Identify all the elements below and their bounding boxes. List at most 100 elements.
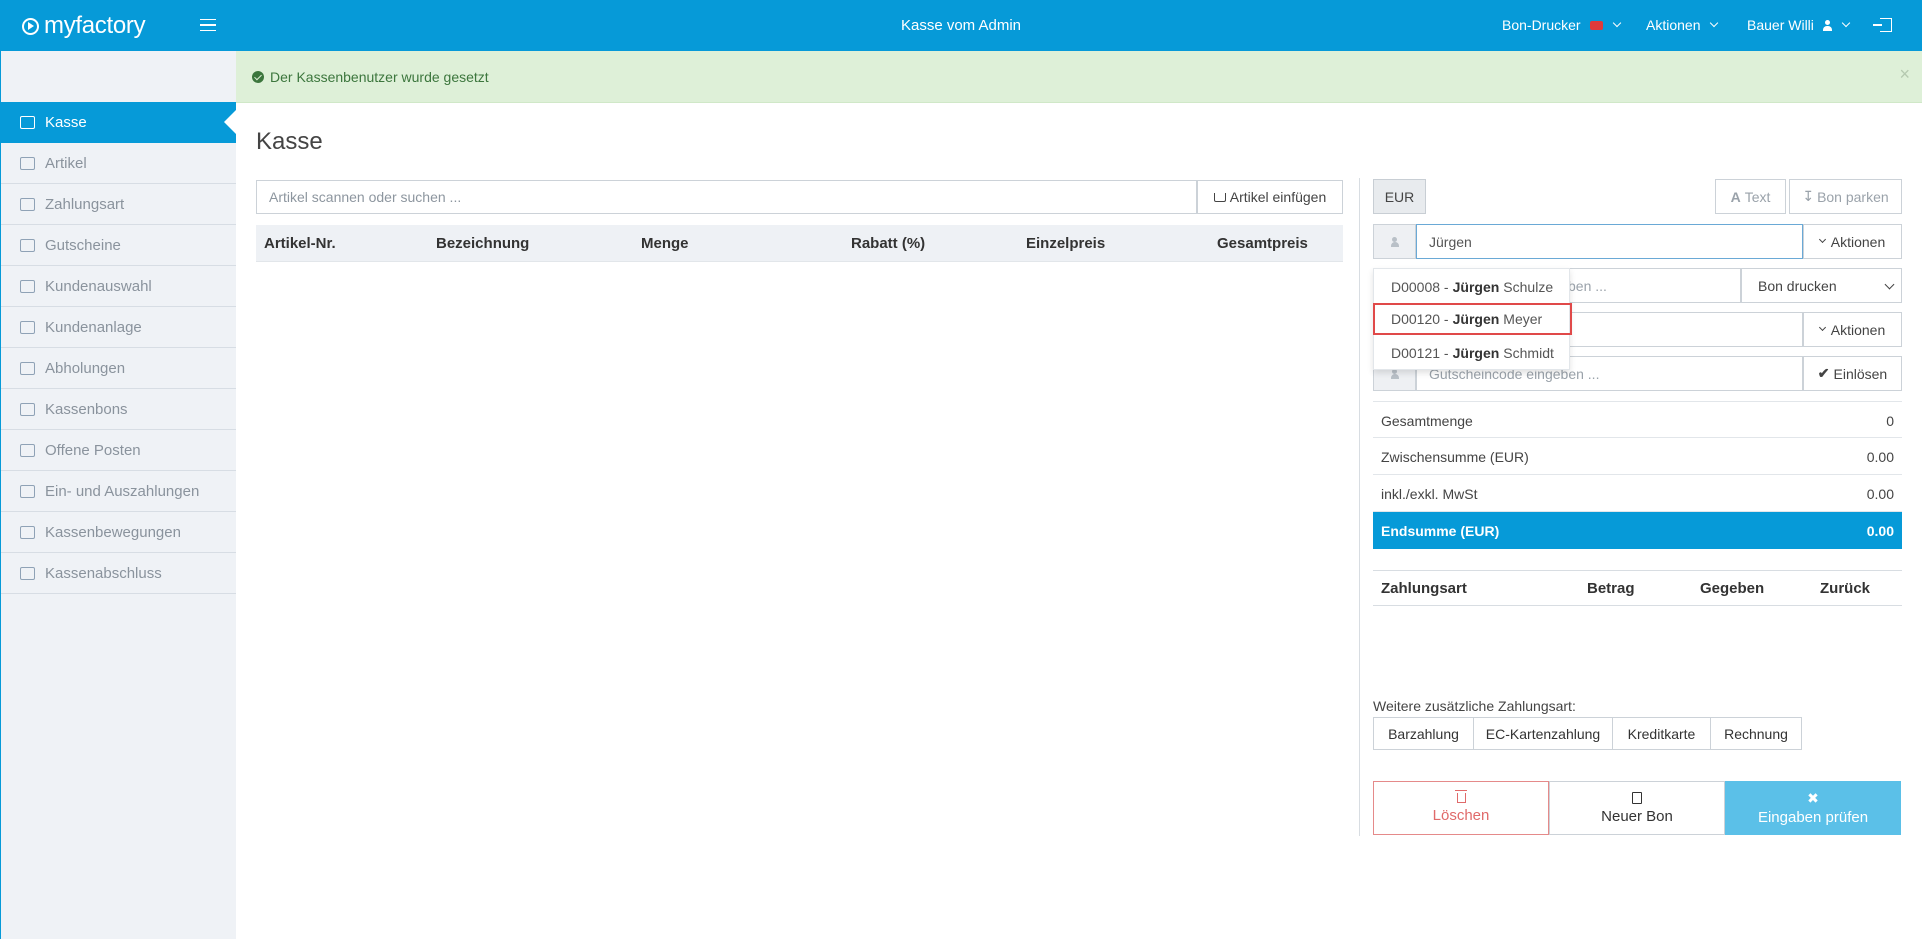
credit-card-payment-button[interactable]: Kreditkarte: [1612, 717, 1711, 750]
check-input-button[interactable]: ✖ Eingaben prüfen: [1725, 781, 1901, 835]
customer-last-name: Schulze: [1503, 279, 1554, 295]
app-logo[interactable]: myfactory: [22, 12, 146, 40]
arrow-down-icon: ↧: [1802, 188, 1815, 204]
third-field[interactable]: [1555, 312, 1803, 347]
currency-button[interactable]: EUR: [1373, 179, 1426, 214]
sidebar-item-label: Kassenbewegungen: [45, 523, 181, 541]
sidebar-item-kassenbewegungen[interactable]: Kassenbewegungen: [1, 512, 236, 553]
sidebar-item-kundenauswahl[interactable]: Kundenauswahl: [1, 266, 236, 307]
user-icon: [1822, 19, 1832, 31]
customer-last-name: Schmidt: [1503, 345, 1554, 361]
column-header[interactable]: Menge: [641, 235, 689, 252]
ec-card-payment-button[interactable]: EC-Kartenzahlung: [1473, 717, 1613, 750]
sidebar-item-offene-posten[interactable]: Offene Posten: [1, 430, 236, 471]
sidebar-item-abholungen[interactable]: Abholungen: [1, 348, 236, 389]
customer-first-name: Jürgen: [1452, 345, 1500, 361]
window-title: Kasse vom Admin: [900, 17, 1022, 34]
grand-total-row: Endsumme (EUR) 0.00: [1373, 512, 1902, 549]
sidebar-item-label: Artikel: [45, 154, 87, 172]
sidebar-item-kundenanlage[interactable]: Kundenanlage: [1, 307, 236, 348]
redeem-button[interactable]: ✔ Einlösen: [1803, 356, 1902, 391]
invoice-payment-button[interactable]: Rechnung: [1710, 717, 1802, 750]
new-receipt-button[interactable]: Neuer Bon: [1549, 781, 1725, 835]
delete-button-label: Löschen: [1432, 806, 1490, 824]
redeem-button-label: Einlösen: [1833, 365, 1888, 382]
sidebar-item-kassenbons[interactable]: Kassenbons: [1, 389, 236, 430]
customer-first-name: Jürgen: [1452, 279, 1500, 295]
column-header[interactable]: Bezeichnung: [436, 235, 529, 252]
user-menu[interactable]: Bauer Willi: [1747, 17, 1851, 33]
user-icon: [1390, 236, 1399, 247]
third-actions-button[interactable]: Aktionen: [1803, 312, 1902, 347]
total-quantity-row: Gesamtmenge 0: [1373, 401, 1902, 438]
sidebar-item-kasse[interactable]: Kasse: [1, 102, 236, 143]
printer-icon: [1589, 20, 1603, 30]
autocomplete-option[interactable]: D00008 - Jürgen Schulze: [1374, 271, 1571, 303]
customer-actions-label: Aktionen: [1830, 233, 1886, 250]
sidebar-item-label: Abholungen: [45, 359, 126, 377]
column-header: Zahlungsart: [1381, 580, 1467, 597]
close-icon: ✖: [1807, 789, 1819, 806]
check-input-label: Eingaben prüfen: [1757, 808, 1869, 826]
delete-button[interactable]: Löschen: [1373, 781, 1549, 835]
book-icon: [20, 443, 35, 457]
file-icon: [1632, 791, 1642, 804]
sidebar-item-zahlungsart[interactable]: Zahlungsart: [1, 184, 236, 225]
user-add-icon: [20, 320, 35, 334]
calculator-icon: [20, 566, 35, 580]
page-title: Kasse: [256, 128, 323, 155]
sidebar-item-ein-auszahlungen[interactable]: Ein- und Auszahlungen: [1, 471, 236, 512]
column-header: Betrag: [1587, 580, 1635, 597]
article-search-input[interactable]: [256, 180, 1197, 214]
user-menu-label: Bauer Willi: [1747, 17, 1814, 33]
payment-table-header: Zahlungsart Betrag Gegeben Zurück: [1373, 570, 1902, 606]
menu-toggle-icon[interactable]: [200, 19, 216, 31]
add-article-button[interactable]: Artikel einfügen: [1197, 180, 1343, 214]
top-bar: myfactory Kasse vom Admin Bon-Drucker Ak…: [0, 0, 1922, 51]
column-header[interactable]: Artikel-Nr.: [264, 235, 336, 252]
add-article-label: Artikel einfügen: [1229, 189, 1327, 205]
sidebar-item-label: Offene Posten: [45, 441, 141, 459]
customer-actions-button[interactable]: Aktionen: [1803, 224, 1902, 259]
subtotal-row: Zwischensumme (EUR) 0.00: [1373, 438, 1902, 475]
tag-icon: [20, 156, 35, 170]
list-icon: [20, 525, 35, 539]
sidebar-item-artikel[interactable]: Artikel: [1, 143, 236, 184]
actions-menu[interactable]: Aktionen: [1646, 17, 1719, 33]
autocomplete-option-highlighted[interactable]: D00120 - Jürgen Meyer: [1373, 303, 1572, 335]
column-header: Zurück: [1820, 580, 1871, 597]
article-table-header: Artikel-Nr. Bezeichnung Menge Rabatt (%)…: [256, 225, 1343, 262]
second-field[interactable]: ben ...: [1555, 268, 1741, 303]
sidebar-item-gutscheine[interactable]: Gutscheine: [1, 225, 236, 266]
printer-menu[interactable]: Bon-Drucker: [1502, 17, 1621, 33]
logout-icon[interactable]: [1873, 18, 1892, 32]
customer-autocomplete: D00008 - Jürgen Schulze D00120 - Jürgen Meye…: [1373, 268, 1572, 370]
sidebar-item-label: Ein- und Auszahlungen: [45, 482, 200, 500]
column-header[interactable]: Einzelpreis: [1026, 235, 1105, 252]
second-field-text: ben ...: [1568, 277, 1607, 294]
cart-icon: [1213, 192, 1226, 202]
chevron-down-icon: [1818, 323, 1826, 332]
text-button[interactable]: A Text: [1715, 179, 1786, 214]
total-label: Gesamtmenge: [1381, 413, 1473, 429]
column-header: Gegeben: [1700, 580, 1765, 597]
park-receipt-button[interactable]: ↧ Bon parken: [1789, 179, 1902, 214]
column-header[interactable]: Gesamtpreis: [1217, 235, 1308, 252]
panel-divider: [1359, 178, 1360, 836]
receipts-icon: [20, 402, 35, 416]
chevron-down-icon: [1841, 18, 1851, 28]
customer-code: D00121: [1391, 345, 1441, 361]
printer-menu-label: Bon-Drucker: [1502, 17, 1581, 33]
sidebar-item-label: Kundenauswahl: [45, 277, 152, 295]
close-icon[interactable]: ×: [1899, 64, 1910, 85]
play-logo-icon: [22, 17, 39, 35]
print-select[interactable]: Bon drucken: [1741, 268, 1902, 303]
customer-search-input[interactable]: [1416, 224, 1803, 259]
print-select-value: Bon drucken: [1758, 277, 1837, 294]
cash-payment-button[interactable]: Barzahlung: [1373, 717, 1474, 750]
autocomplete-option[interactable]: D00121 - Jürgen Schmidt: [1374, 337, 1571, 369]
column-header[interactable]: Rabatt (%): [851, 235, 925, 252]
park-receipt-label: Bon parken: [1817, 188, 1889, 205]
customer-first-name: Jürgen: [1452, 311, 1500, 327]
sidebar-item-kassenabschluss[interactable]: Kassenabschluss: [1, 553, 236, 594]
